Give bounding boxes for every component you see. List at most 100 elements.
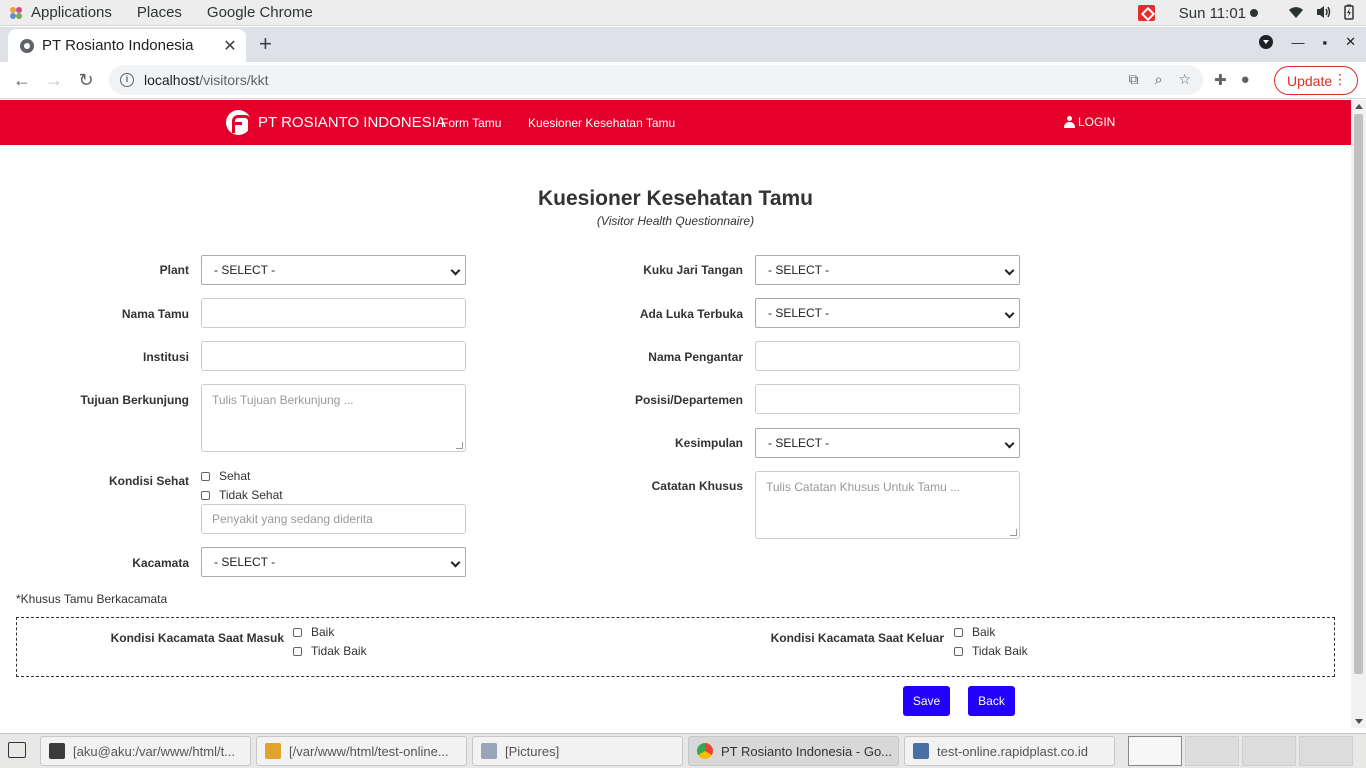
kacamata-select[interactable]: - SELECT - [201,547,466,577]
zoom-icon[interactable]: ⌕ [1155,71,1163,88]
scroll-up-icon[interactable] [1355,104,1363,109]
terminal-icon [49,743,65,759]
volume-icon[interactable] [1316,5,1332,22]
keluar-baik-option[interactable]: Baik [954,625,995,639]
institusi-label: Institusi [142,350,189,364]
posisi-input[interactable] [755,384,1020,414]
brand-name[interactable]: PT ROSIANTO INDONESIA [258,114,446,131]
login-label: LOGIN [1078,115,1116,129]
nav-link-kuesioner[interactable]: Kuesioner Kesehatan Tamu [528,116,675,130]
save-button[interactable]: Save [903,686,950,716]
kuku-label: Kuku Jari Tangan [643,263,743,277]
sehat-checkbox[interactable] [201,471,210,481]
user-icon [1064,116,1075,128]
applications-icon[interactable] [8,5,24,21]
tidak-sehat-checkbox[interactable] [201,490,210,500]
nama-tamu-label: Nama Tamu [121,307,189,321]
applications-menu[interactable]: Applications [31,4,112,21]
keluar-tidak-baik-checkbox[interactable] [954,646,963,656]
sehat-option-label: Sehat [219,469,251,483]
bookmark-star-icon[interactable]: ☆ [1178,71,1191,88]
forward-arrow-icon[interactable]: → [38,70,70,91]
close-window-icon[interactable]: ✕ [1345,34,1356,50]
workspace-1[interactable] [1128,736,1182,766]
tidak-sehat-option[interactable]: Tidak Sehat [201,488,283,502]
notification-indicator-icon[interactable] [1137,5,1155,21]
wifi-icon[interactable] [1288,5,1304,22]
masuk-tidak-baik-option[interactable]: Tidak Baik [293,644,367,658]
taskbar-item-files[interactable]: [Pictures] [472,736,683,766]
clock[interactable]: Sun 11:01 [1179,5,1246,22]
catatan-label: Catatan Khusus [651,479,743,493]
login-link[interactable]: LOGIN [1064,115,1115,129]
taskbar-item-terminal[interactable]: [aku@aku:/var/www/html/t... [40,736,251,766]
minimize-icon[interactable]: — [1291,35,1304,50]
tidak-sehat-option-label: Tidak Sehat [219,488,283,502]
workspace-2[interactable] [1185,736,1239,766]
url-host: localhost [144,72,200,88]
taskbar: [aku@aku:/var/www/html/t... [/var/www/ht… [0,733,1366,768]
kacamata-masuk-label: Kondisi Kacamata Saat Masuk [110,631,284,645]
workspace-3[interactable] [1242,736,1296,766]
institusi-input[interactable] [201,341,466,371]
workspace-4[interactable] [1299,736,1353,766]
places-menu[interactable]: Places [137,4,182,21]
extensions-icon[interactable]: ✚ [1214,71,1227,89]
notification-dot-icon [1250,9,1258,17]
nama-tamu-input[interactable] [201,298,466,328]
close-tab-icon[interactable]: ✕ [220,36,240,56]
back-button[interactable]: Back [968,686,1015,716]
show-desktop-icon[interactable] [8,742,26,758]
browser-tab-strip: PT Rosianto Indonesia ✕ + — ▪ ✕ [0,27,1366,62]
masuk-baik-option[interactable]: Baik [293,625,334,639]
pengantar-input[interactable] [755,341,1020,371]
tujuan-textarea[interactable]: Tulis Tujuan Berkunjung ... [201,384,466,452]
taskbar-item-label: PT Rosianto Indonesia - Go... [721,743,893,759]
masuk-tidak-baik-checkbox[interactable] [293,646,302,656]
browser-tab[interactable]: PT Rosianto Indonesia ✕ [8,29,246,62]
masuk-baik-label: Baik [311,625,335,639]
profile-icon[interactable]: ● [1241,71,1250,89]
page-scrollbar[interactable] [1351,100,1366,728]
brand-logo-icon[interactable] [226,110,251,135]
new-tab-icon[interactable]: + [259,33,272,55]
kesimpulan-select[interactable]: - SELECT - [755,428,1020,458]
keluar-baik-checkbox[interactable] [954,627,963,637]
plant-select[interactable]: - SELECT - [201,255,466,285]
pengantar-label: Nama Pengantar [648,350,743,364]
keluar-tidak-baik-option[interactable]: Tidak Baik [954,644,1028,658]
reload-icon[interactable]: ↻ [70,70,102,91]
update-button[interactable]: Update ⋮ [1274,66,1358,95]
active-app-menu[interactable]: Google Chrome [207,4,313,21]
scroll-down-icon[interactable] [1355,719,1363,724]
translate-icon[interactable]: ⧉ [1129,71,1139,88]
taskbar-item-editor[interactable]: [/var/www/html/test-online... [256,736,467,766]
site-navbar: PT ROSIANTO INDONESIA Form Tamu Kuesione… [0,100,1351,145]
sehat-option[interactable]: Sehat [201,469,250,483]
kesimpulan-label: Kesimpulan [674,436,743,450]
taskbar-item-site[interactable]: test-online.rapidplast.co.id [904,736,1115,766]
maximize-icon[interactable]: ▪ [1322,35,1327,50]
penyakit-input[interactable]: Penyakit yang sedang diderita [201,504,466,534]
site-favicon-icon [20,38,34,53]
taskbar-item-label: [/var/www/html/test-online... [289,743,449,759]
site-info-icon[interactable]: i [120,73,134,87]
update-label: Update [1287,72,1333,89]
taskbar-item-chrome[interactable]: PT Rosianto Indonesia - Go... [688,736,899,766]
luka-select[interactable]: - SELECT - [755,298,1020,328]
back-arrow-icon[interactable]: ← [6,70,38,91]
catatan-textarea[interactable]: Tulis Catatan Khusus Untuk Tamu ... [755,471,1020,539]
masuk-baik-checkbox[interactable] [293,627,302,637]
tab-search-icon[interactable] [1259,35,1274,49]
address-bar[interactable]: i localhost/visitors/kkt ⧉ ⌕ ☆ [109,65,1203,95]
kuku-select[interactable]: - SELECT - [755,255,1020,285]
nav-link-form-tamu[interactable]: Form Tamu [441,116,501,130]
file-manager-icon [481,743,497,759]
scrollbar-thumb[interactable] [1354,114,1363,674]
more-menu-icon[interactable]: ⋮ [1333,71,1347,88]
tab-title: PT Rosianto Indonesia [42,37,194,54]
battery-icon[interactable] [1344,4,1354,23]
system-top-bar: Applications Places Google Chrome Sun 11… [0,0,1366,26]
taskbar-item-label: test-online.rapidplast.co.id [937,743,1089,759]
glasses-section [16,617,1335,677]
